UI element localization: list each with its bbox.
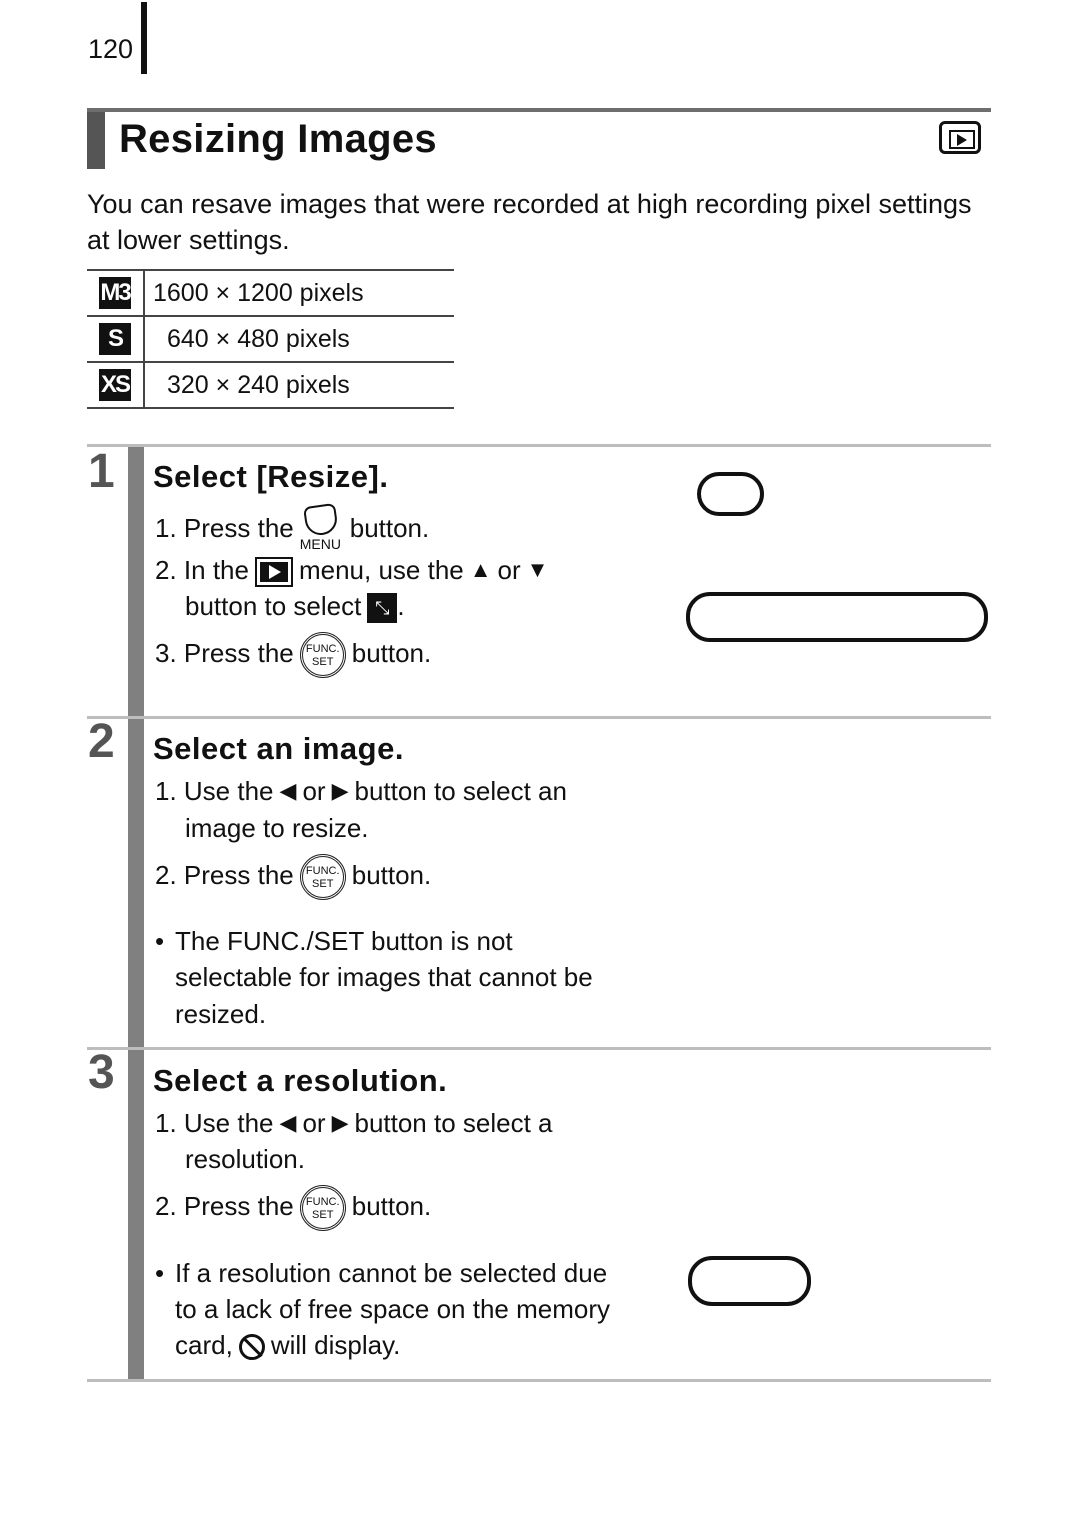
instruction-text: button. <box>351 637 432 668</box>
step-title: Select a resolution. <box>153 1063 448 1098</box>
step-number: 2 <box>88 715 115 768</box>
step-divider <box>87 1047 991 1050</box>
resolution-label: 1600 × 1200 pixels <box>144 269 454 316</box>
instruction-text: 1. Use the <box>155 776 274 806</box>
instruction-text: 1. Use the <box>155 1108 274 1138</box>
instruction-text: button. <box>349 512 430 543</box>
instruction-text: button to select <box>185 591 362 621</box>
func-set-button-icon: FUNC. SET <box>299 632 346 678</box>
instruction-text: button. <box>351 1190 432 1221</box>
step-divider <box>87 444 991 447</box>
note-text: selectable for images that cannot be <box>175 962 593 992</box>
page-number: 120 <box>88 34 134 64</box>
instruction-text: button to select a <box>354 1108 553 1138</box>
right-arrow-icon: ▶ <box>331 778 349 803</box>
note-text: card, will display. <box>175 1330 401 1361</box>
resolution-xs-icon: XS <box>99 369 131 401</box>
prohibited-icon <box>238 1334 265 1361</box>
screen-illustration-small <box>688 1256 811 1306</box>
playback-menu-icon <box>254 557 293 588</box>
step-bar <box>128 1050 144 1380</box>
note-text: to a lack of free space on the memory <box>175 1294 610 1324</box>
func-set-button-icon: FUNC. SET <box>299 1185 346 1231</box>
instruction-line: resolution. <box>185 1144 305 1174</box>
step-number: 1 <box>88 445 115 498</box>
resolution-m3-icon: M3 <box>99 277 132 309</box>
note-text: The FUNC./SET button is not <box>175 926 513 956</box>
instruction-line: 1. Press the MENU button. <box>155 502 430 555</box>
note-text: resized. <box>175 999 267 1029</box>
instruction-text: 1. Press the <box>155 512 294 543</box>
instruction-text: button to select an <box>354 776 567 806</box>
instruction-text: button. <box>351 859 432 890</box>
left-arrow-icon: ◀ <box>279 1110 297 1135</box>
resolution-table: M3 1600 × 1200 pixels S 640 × 480 pixels… <box>87 269 454 409</box>
intro-text: You can resave images that were recorded… <box>87 189 972 255</box>
left-arrow-icon: ◀ <box>279 778 297 803</box>
playback-mode-icon <box>939 121 981 154</box>
title-rule <box>87 108 991 112</box>
instruction-line: 2. Press the FUNC. SET button. <box>155 854 431 900</box>
table-row: S 640 × 480 pixels <box>87 315 454 362</box>
page-title: Resizing Images <box>119 117 437 161</box>
instruction-line: 2. In the menu, use the ▲ or ▼ <box>155 555 554 588</box>
page-number-bar <box>141 2 147 74</box>
resolution-label: 640 × 480 pixels <box>144 315 454 362</box>
step-title: Select an image. <box>153 731 404 766</box>
screen-illustration-small <box>697 472 764 516</box>
func-set-button-icon: FUNC. SET <box>299 854 346 900</box>
table-row: M3 1600 × 1200 pixels <box>87 269 454 316</box>
instruction-text: 3. Press the <box>155 637 294 668</box>
title-accent-block <box>87 112 105 169</box>
step-bar <box>128 719 144 1048</box>
bottom-rule <box>87 1379 991 1382</box>
instruction-line: image to resize. <box>185 813 369 843</box>
step-title: Select [Resize]. <box>153 459 389 494</box>
table-row: XS 320 × 240 pixels <box>87 361 454 409</box>
step-divider <box>87 716 991 719</box>
resolution-label: 320 × 240 pixels <box>144 361 454 409</box>
screen-illustration-wide <box>686 592 988 642</box>
down-arrow-icon: ▼ <box>526 557 549 582</box>
instruction-text: 2. In the <box>155 555 249 585</box>
right-arrow-icon: ▶ <box>331 1110 349 1135</box>
instruction-line: 3. Press the FUNC. SET button. <box>155 632 431 678</box>
resize-icon: ⤡ <box>367 593 398 624</box>
step-bar <box>128 447 144 717</box>
up-arrow-icon: ▲ <box>469 557 492 582</box>
instruction-text: 2. Press the <box>155 1190 294 1221</box>
note-bullet: • <box>155 926 165 956</box>
step-number: 3 <box>88 1046 115 1099</box>
note-bullet: • <box>155 1258 165 1288</box>
instruction-line: 2. Press the FUNC. SET button. <box>155 1185 431 1231</box>
menu-button-icon: MENU <box>300 502 344 555</box>
instruction-line: button to select ⤡. <box>185 591 405 624</box>
instruction-text: menu, use the <box>298 555 464 585</box>
resolution-s-icon: S <box>99 323 131 355</box>
instruction-line: 1. Use the ◀ or ▶ button to select a <box>155 1108 553 1138</box>
note-text: If a resolution cannot be selected due <box>175 1258 608 1288</box>
instruction-text: 2. Press the <box>155 859 294 890</box>
instruction-text: or <box>497 555 521 585</box>
instruction-line: 1. Use the ◀ or ▶ button to select an <box>155 776 567 806</box>
